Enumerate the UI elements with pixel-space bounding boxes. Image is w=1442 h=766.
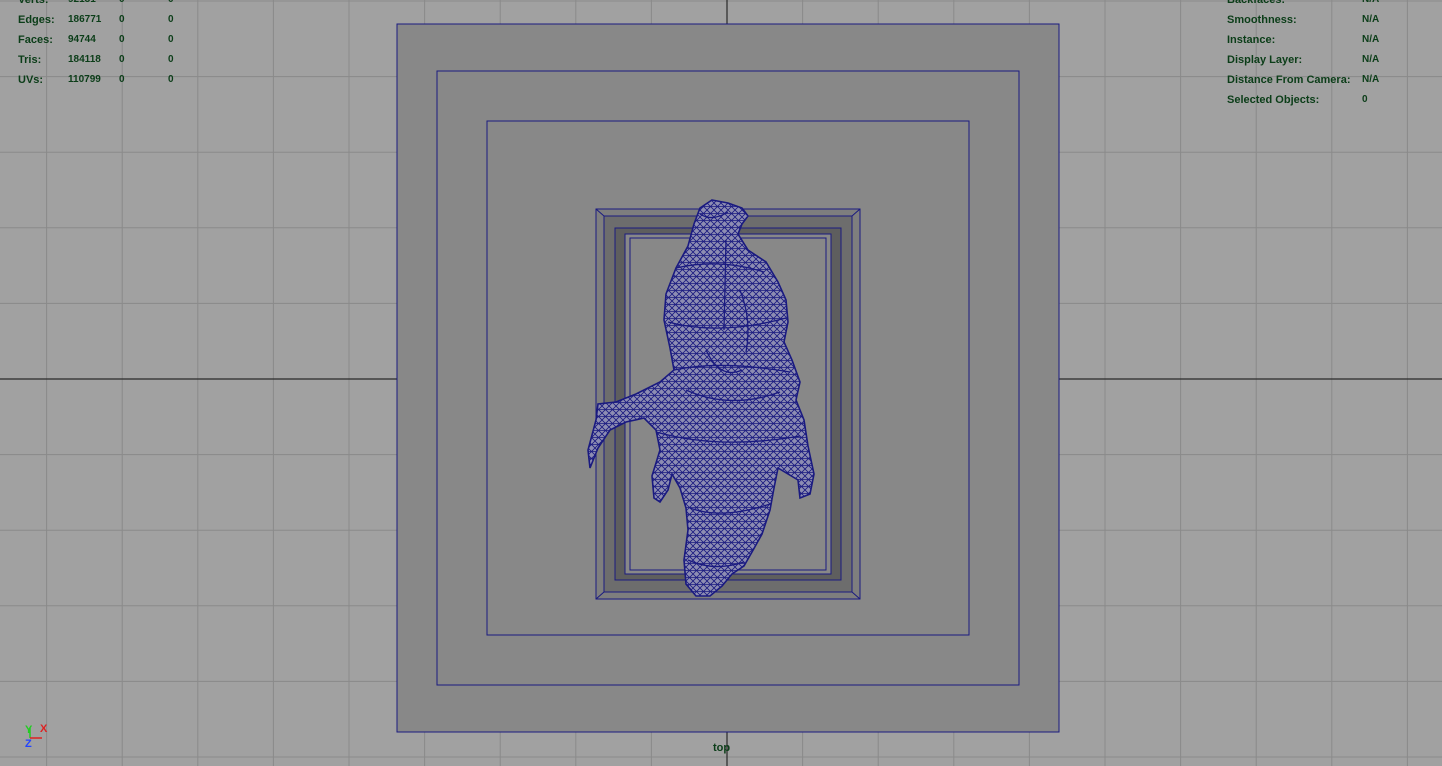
object-detail-value: N/A — [1362, 14, 1380, 25]
object-detail-row: Selected Objects: 0 — [0, 90, 1442, 110]
object-details-hud: Backfaces:N/ASmoothness:N/AInstance:N/AD… — [0, 0, 1442, 110]
object-detail-label: Selected Objects: — [1227, 94, 1320, 106]
top-viewport[interactable]: Verts:9213100Edges:18677100Faces:9474400… — [0, 0, 1442, 766]
object-detail-label: Backfaces: — [1227, 0, 1286, 6]
y-axis-label: Y — [25, 724, 33, 736]
object-detail-row: Smoothness: N/A — [0, 10, 1442, 30]
object-detail-label: Smoothness: — [1227, 14, 1297, 26]
z-axis-label: Z — [25, 738, 32, 750]
x-axis-label: X — [40, 723, 48, 735]
object-detail-row: Distance From Camera: N/A — [0, 70, 1442, 90]
object-detail-label: Distance From Camera: — [1227, 74, 1351, 86]
camera-name-label: top — [713, 742, 731, 754]
object-detail-label: Instance: — [1227, 34, 1276, 46]
object-detail-value: N/A — [1362, 34, 1380, 45]
view-axis-gizmo: Y X Z — [20, 722, 60, 756]
object-detail-label: Display Layer: — [1227, 54, 1303, 66]
object-detail-value: N/A — [1362, 0, 1379, 10]
viewport-scene[interactable] — [0, 0, 1442, 766]
object-detail-row: Display Layer: N/A — [0, 50, 1442, 70]
object-detail-row: Instance: N/A — [0, 30, 1442, 50]
object-detail-value: 0 — [1362, 94, 1368, 105]
object-detail-value: N/A — [1362, 54, 1380, 65]
object-detail-row: Backfaces: N/A — [0, 0, 1442, 10]
object-detail-value: N/A — [1362, 74, 1380, 85]
